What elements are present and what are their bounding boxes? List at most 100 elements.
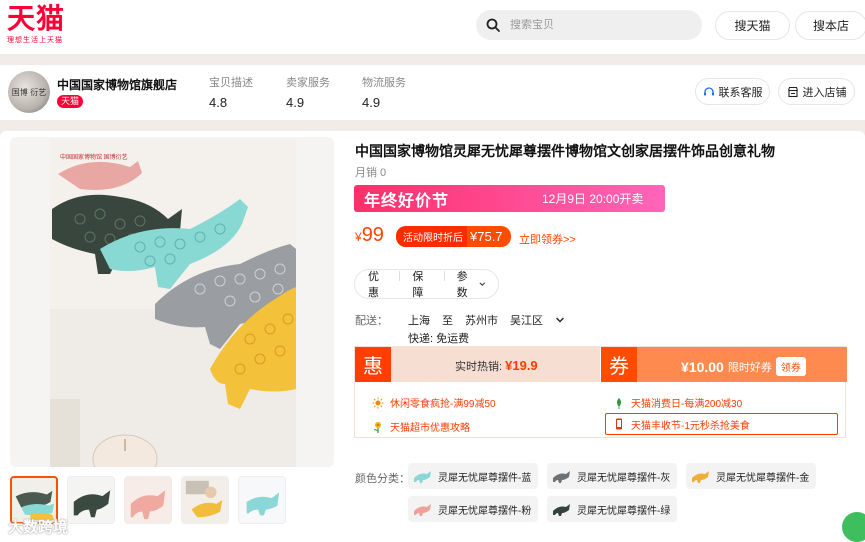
hot-sale-label: 实时热销: bbox=[455, 361, 503, 373]
shop-avatar[interactable]: 国博 衍艺 bbox=[8, 71, 50, 113]
avatar-text: 国博 衍艺 bbox=[11, 87, 47, 97]
thumbnail-4[interactable] bbox=[181, 476, 229, 524]
chevron-down-icon bbox=[478, 282, 485, 286]
search-tmall-button[interactable]: 搜天猫 bbox=[715, 11, 790, 40]
price-symbol: ¥ bbox=[355, 230, 362, 244]
enter-store-label: 进入店铺 bbox=[802, 86, 847, 99]
top-bar: 天猫 理想生活上天猫 搜天猫 搜本店 bbox=[0, 0, 865, 54]
variant-label: 灵犀无忧犀尊摆件-蓝 bbox=[438, 472, 532, 484]
search-input[interactable] bbox=[510, 19, 680, 31]
rhino-pink-icon bbox=[414, 504, 431, 516]
flower-icon bbox=[373, 421, 381, 433]
shop-bar: 国博 衍艺 中国国家博物馆旗舰店 天猫 宝贝描述 4.8 卖家服务 4.9 物流… bbox=[0, 65, 865, 120]
coupon-amount: ¥10.00 bbox=[681, 358, 724, 375]
search-store-button[interactable]: 搜本店 bbox=[795, 11, 865, 40]
floating-chat-icon[interactable] bbox=[842, 512, 865, 542]
hot-sale-bar: 惠 实时热销: ¥19.9 bbox=[355, 347, 600, 382]
ship-city[interactable]: 苏州市 bbox=[465, 312, 498, 328]
claim-coupon-button[interactable]: 领券 bbox=[775, 357, 806, 376]
promo-time: 12月9日 20:00开卖 bbox=[542, 192, 644, 206]
contact-service-button[interactable]: 联系客服 bbox=[695, 78, 770, 105]
info-tabs: 优惠 保障 参数 bbox=[354, 269, 499, 299]
logo-text: 天猫 bbox=[7, 2, 66, 35]
metric-value: 4.9 bbox=[362, 95, 381, 110]
coupon-item-text: 天猫丰收节-1元秒杀抢美食 bbox=[631, 420, 750, 432]
hot-sale-text: 实时热销: ¥19.9 bbox=[455, 358, 538, 374]
sun-icon bbox=[372, 397, 384, 408]
metric-value: 4.8 bbox=[209, 95, 228, 110]
metric-label: 物流服务 bbox=[362, 77, 406, 89]
shipping-fee: 快递: 免运费 bbox=[408, 333, 470, 345]
coupon-item[interactable]: 天猫超市优惠攻略 bbox=[372, 419, 470, 434]
image-brand-text: 中国国家博物馆 国博衍艺 bbox=[60, 153, 128, 161]
variant-label: 灵犀无忧犀尊摆件-金 bbox=[716, 472, 810, 484]
tmall-badge: 天猫 bbox=[57, 95, 84, 108]
price: ¥ 99 bbox=[355, 224, 384, 247]
shop-name[interactable]: 中国国家博物馆旗舰店 bbox=[57, 76, 177, 93]
variant-label: 灵犀无忧犀尊摆件-粉 bbox=[438, 505, 532, 517]
phone-icon bbox=[616, 418, 622, 430]
ship-to-word: 至 bbox=[442, 315, 453, 327]
thumbnail-5[interactable] bbox=[238, 476, 286, 524]
claim-coupon-link[interactable]: 立即领券>> bbox=[519, 231, 576, 247]
coupon-item[interactable]: 天猫消费日-每满200减30 bbox=[613, 395, 742, 410]
deal-price-chip: 活动限时折后 ¥75.7 bbox=[396, 226, 511, 247]
deal-price: ¥75.7 bbox=[470, 229, 503, 244]
tmall-logo[interactable]: 天猫 理想生活上天猫 bbox=[7, 4, 77, 48]
tab-guarantee[interactable]: 保障 bbox=[399, 268, 443, 300]
tab-discount[interactable]: 优惠 bbox=[355, 268, 399, 300]
contact-service-label: 联系客服 bbox=[718, 86, 763, 99]
product-title: 中国国家博物馆灵犀无忧犀尊摆件博物馆文创家居摆件饰品创意礼物 bbox=[355, 143, 775, 159]
enter-store-button[interactable]: 进入店铺 bbox=[778, 78, 855, 105]
search-box[interactable] bbox=[476, 10, 702, 40]
coupon-box: 惠 实时热销: ¥19.9 券 ¥10.00 限时好券 领券 休闲零食疯抢-满9… bbox=[354, 346, 847, 438]
tab-params-label: 参数 bbox=[456, 271, 468, 299]
ship-from: 上海 bbox=[408, 315, 430, 327]
metric-description: 宝贝描述 4.8 bbox=[209, 74, 253, 110]
shipping-label: 配送： bbox=[355, 315, 388, 327]
rhino-green-icon bbox=[553, 504, 570, 516]
variant-label: 灵犀无忧犀尊摆件-灰 bbox=[577, 472, 671, 484]
variant-pink[interactable]: 灵犀无忧犀尊摆件-粉 bbox=[408, 496, 539, 522]
quan-tag: 券 bbox=[601, 347, 637, 382]
coupon-item-text: 天猫超市优惠攻略 bbox=[390, 423, 470, 434]
headset-icon bbox=[703, 86, 714, 95]
variant-green[interactable]: 灵犀无忧犀尊摆件-绿 bbox=[547, 496, 678, 522]
variant-gold[interactable]: 灵犀无忧犀尊摆件-金 bbox=[686, 463, 817, 489]
tab-params[interactable]: 参数 bbox=[443, 268, 498, 300]
metric-label: 卖家服务 bbox=[286, 77, 330, 89]
thumbnail-2[interactable] bbox=[67, 476, 115, 524]
variant-grey[interactable]: 灵犀无忧犀尊摆件-灰 bbox=[547, 463, 678, 489]
leaf-icon bbox=[617, 397, 621, 409]
rhino-blue-icon bbox=[414, 471, 431, 483]
rhino-grey-icon bbox=[553, 471, 570, 483]
variant-blue[interactable]: 灵犀无忧犀尊摆件-蓝 bbox=[408, 463, 539, 489]
product-main-image[interactable]: 中国国家博物馆 国博衍艺 bbox=[50, 139, 296, 467]
chevron-down-icon bbox=[556, 317, 564, 323]
deal-label: 活动限时折后 bbox=[396, 226, 467, 247]
metric-logistics: 物流服务 4.9 bbox=[362, 74, 406, 110]
metric-label: 宝贝描述 bbox=[209, 77, 253, 89]
ship-district: 吴江区 bbox=[510, 315, 543, 327]
thumbnail-3[interactable] bbox=[124, 476, 172, 524]
coupon-label: 限时好券 bbox=[727, 361, 772, 374]
ship-district-selector[interactable]: 吴江区 bbox=[510, 312, 565, 328]
shop-icon bbox=[787, 86, 798, 97]
color-category-label: 颜色分类： bbox=[355, 473, 410, 485]
coupon-item-text: 休闲零食疯抢-满99减50 bbox=[390, 399, 496, 410]
watermark-text: 大数跨境 bbox=[8, 519, 69, 536]
variant-label: 灵犀无忧犀尊摆件-绿 bbox=[577, 505, 671, 517]
rhino-gold-icon bbox=[692, 471, 709, 483]
metric-value: 4.9 bbox=[286, 95, 305, 110]
monthly-sales: 月销 0 bbox=[355, 167, 387, 179]
hot-sale-price: ¥19.9 bbox=[505, 358, 538, 373]
search-icon bbox=[486, 18, 500, 32]
logo-slogan: 理想生活上天猫 bbox=[7, 37, 63, 44]
shipping-route: 上海 至 苏州市 吴江区 bbox=[408, 312, 565, 328]
coupon-item[interactable]: 休闲零食疯抢-满99减50 bbox=[372, 395, 496, 410]
rhino-photo: 中国国家博物馆 国博衍艺 bbox=[50, 139, 296, 467]
coupon-text: ¥10.00 限时好券 领券 bbox=[681, 357, 806, 376]
coupon-item-selected[interactable]: 天猫丰收节-1元秒杀抢美食 bbox=[605, 413, 838, 435]
hui-tag: 惠 bbox=[355, 347, 391, 382]
promo-banner[interactable]: 年终好价节 12月9日 20:00开卖 bbox=[354, 185, 665, 212]
